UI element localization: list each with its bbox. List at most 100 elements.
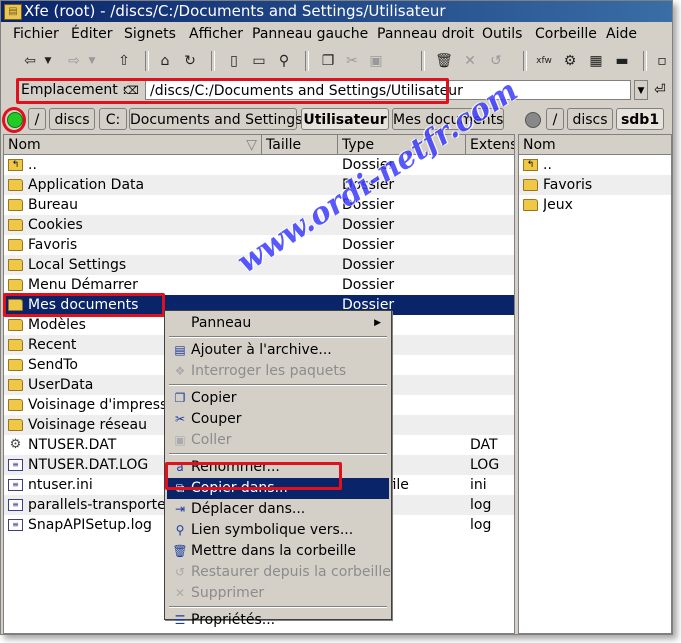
table-row[interactable]: Menu Démarrer Dossier — [4, 275, 514, 295]
paste-icon[interactable]: ▣ — [365, 50, 387, 72]
highlight-box-copier-dans — [165, 462, 342, 490]
context-menu-item[interactable]: 🗑 Mettre dans la corbeille — [167, 541, 389, 562]
col-header-nom[interactable]: Nom — [519, 135, 671, 155]
crumb-discs[interactable]: discs — [567, 108, 613, 130]
context-menu-item[interactable]: ▣ Coller — [167, 430, 389, 451]
new-file-icon[interactable]: ▯ — [223, 50, 245, 72]
crumb-c[interactable]: C: — [99, 108, 127, 130]
context-menu-item[interactable]: ❐ Copier — [167, 388, 389, 409]
cut-icon[interactable]: ✂ — [341, 50, 363, 72]
context-menu-item[interactable]: ✕ Supprimer — [167, 583, 389, 604]
toolbar: ⇦ ▼ ⇨ ▼ ⇧ ⌂ ↻ ▯ ▭ ⚲ ❐ ✂ ▣ 🗑 ✕ ↺ xfw ⚙ ▦ … — [1, 47, 672, 75]
display-icon[interactable]: ▦ — [585, 50, 607, 72]
file-name: .. — [543, 157, 552, 173]
table-row[interactable]: Jeux — [519, 195, 671, 215]
up-arrow-icon[interactable]: ⇧ — [113, 50, 135, 72]
parent-folder-icon: ↰ — [8, 159, 23, 171]
refresh-icon[interactable]: ↻ — [179, 50, 201, 72]
col-header-extension[interactable]: Extens — [466, 135, 514, 155]
file-icon: ≡ — [8, 499, 23, 511]
context-menu-item[interactable]: ✂ Couper — [167, 409, 389, 430]
table-row[interactable]: ↰.. — [519, 155, 671, 175]
table-row[interactable]: Local Settings Dossier — [4, 255, 514, 275]
dropdown-icon[interactable]: ▼ — [37, 50, 59, 72]
menu-outils[interactable]: Outils — [482, 26, 522, 42]
xfw-icon[interactable]: xfw — [533, 50, 555, 72]
file-name: Favoris — [28, 237, 78, 253]
copy-icon: ❐ — [174, 391, 186, 405]
context-menu-label: Restaurer depuis la corbeille — [191, 564, 391, 580]
table-row[interactable]: ↰.. Dossier — [4, 155, 514, 175]
file-type: Dossier — [342, 257, 395, 273]
new-window-icon[interactable]: ▫ — [651, 50, 672, 72]
context-menu-item[interactable]: Panneau ▶ — [167, 313, 389, 334]
crumb-mes-documents[interactable]: Mes documents — [392, 108, 504, 130]
restore-icon: ↺ — [174, 565, 186, 579]
menu-fichier[interactable]: Fichier — [13, 26, 59, 42]
menu-separator — [169, 384, 387, 386]
table-row[interactable]: Cookies Dossier — [4, 215, 514, 235]
package-icon: ❖ — [174, 364, 186, 378]
terminal-icon[interactable]: ▬ — [611, 50, 633, 72]
folder-icon — [8, 259, 23, 271]
right-breadcrumb: / discs sdb1 — [519, 108, 672, 132]
menu-panneau-gauche[interactable]: Panneau gauche — [252, 26, 368, 42]
home-icon[interactable]: ⌂ — [154, 50, 176, 72]
folder-icon — [8, 199, 23, 211]
folder-icon — [8, 399, 23, 411]
delete-icon: ✕ — [174, 586, 186, 600]
file-name: Bureau — [28, 197, 78, 213]
dropdown-icon[interactable]: ▼ — [81, 50, 103, 72]
go-arrow-icon[interactable]: ⏎ — [654, 82, 666, 98]
context-menu-item[interactable]: ↺ Restaurer depuis la corbeille — [167, 562, 391, 583]
crumb-documents-and-settings[interactable]: Documents and Settings — [129, 108, 302, 130]
file-icon: ≡ — [8, 479, 23, 491]
toolbar-separator — [145, 51, 149, 71]
menu-separator — [169, 606, 387, 608]
file-icon: ≡ — [8, 519, 23, 531]
col-header-type[interactable]: Type — [338, 135, 466, 155]
menu-editer[interactable]: Éditer — [71, 26, 112, 42]
location-dropdown-icon[interactable]: ▼ — [634, 80, 648, 100]
table-row[interactable]: Favoris — [519, 175, 671, 195]
new-folder-icon[interactable]: ▭ — [248, 50, 270, 72]
menu-aide[interactable]: Aide — [606, 26, 637, 42]
link-icon[interactable]: ⚲ — [273, 50, 295, 72]
crumb-root[interactable]: / — [28, 108, 46, 130]
cut-icon: ✂ — [174, 412, 186, 426]
file-extension: LOG — [470, 457, 500, 473]
col-header-nom[interactable]: Nom ▽ — [4, 135, 262, 155]
crumb-utilisateur[interactable]: Utilisateur — [301, 108, 389, 130]
menu-signets[interactable]: Signets — [124, 26, 176, 42]
context-menu-item[interactable]: ⇥ Déplacer dans... — [167, 499, 389, 520]
highlight-circle-led — [2, 107, 26, 133]
trash-icon[interactable]: 🗑 — [433, 50, 455, 72]
context-menu-item[interactable]: ❖ Interroger les paquets — [167, 361, 389, 382]
menu-panneau-droit[interactable]: Panneau droit — [377, 26, 474, 42]
table-row[interactable]: Application Data Dossier — [4, 175, 514, 195]
crumb-sdb1[interactable]: sdb1 — [616, 108, 664, 130]
file-name: Favoris — [543, 177, 593, 193]
context-menu-label: Couper — [191, 411, 242, 427]
table-row[interactable]: Favoris Dossier — [4, 235, 514, 255]
context-menu-item[interactable]: ⚲ Lien symbolique vers... — [167, 520, 389, 541]
window-title: Xfe (root) - /discs/C:/Documents and Set… — [24, 2, 446, 20]
table-row[interactable]: Bureau Dossier — [4, 195, 514, 215]
copy-icon[interactable]: ❐ — [317, 50, 339, 72]
context-menu-item[interactable]: ▤ Ajouter à l'archive... — [167, 340, 389, 361]
delete-icon[interactable]: ✕ — [459, 50, 481, 72]
folder-icon — [8, 279, 23, 291]
file-extension: log — [470, 497, 492, 513]
menu-afficher[interactable]: Afficher — [189, 26, 243, 42]
context-menu-item[interactable]: ☰ Propriétés... — [167, 610, 389, 631]
restore-icon[interactable]: ↺ — [485, 50, 507, 72]
context-menu-label: Lien symbolique vers... — [191, 522, 354, 538]
col-header-taille[interactable]: Taille — [262, 135, 338, 155]
sort-indicator-icon: ▽ — [246, 137, 257, 153]
xfe-app-icon: ▤ — [4, 4, 22, 20]
properties-icon[interactable]: ⚙ — [559, 50, 581, 72]
crumb-root[interactable]: / — [546, 108, 564, 130]
menu-corbeille[interactable]: Corbeille — [535, 26, 597, 42]
folder-icon — [8, 419, 23, 431]
crumb-discs[interactable]: discs — [49, 108, 95, 130]
